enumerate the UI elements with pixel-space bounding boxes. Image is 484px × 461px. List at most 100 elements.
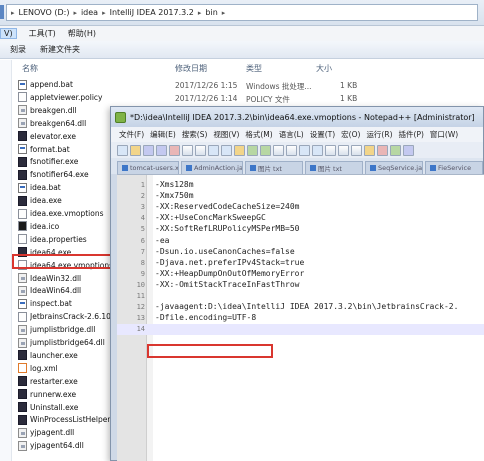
- code-line[interactable]: 6 -ea: [117, 236, 484, 247]
- exe-file-icon: [18, 131, 27, 142]
- breadcrumb-bin[interactable]: bin: [205, 8, 217, 17]
- file-name: JetbrainsCrack-2.6.10-re: [30, 312, 122, 322]
- notepadpp-titlebar[interactable]: *D:\idea\IntelliJ IDEA 2017.3.2\bin\idea…: [111, 107, 483, 127]
- back-arrow-icon[interactable]: [0, 5, 4, 19]
- code-text[interactable]: -javaagent:D:\idea\IntelliJ IDEA 2017.3.…: [155, 302, 458, 311]
- code-line[interactable]: 5 -XX:SoftRefLRUPolicyMSPerMB=50: [117, 224, 484, 235]
- menu-language[interactable]: 语言(L): [279, 129, 304, 140]
- file-row[interactable]: appletviewer.policy: [18, 91, 133, 104]
- code-text[interactable]: -XX:-OmitStackTraceInFastThrow: [155, 280, 300, 289]
- menu-search[interactable]: 搜索(S): [182, 129, 208, 140]
- menu-edit[interactable]: 编辑(E): [150, 129, 176, 140]
- close-all-icon[interactable]: [182, 144, 193, 156]
- file-name: log.xml: [30, 363, 58, 373]
- code-text[interactable]: -Djava.net.preferIPv4Stack=true: [155, 258, 304, 267]
- zoom-in-icon[interactable]: [299, 144, 310, 156]
- new-file-icon[interactable]: [117, 144, 128, 156]
- save-all-icon[interactable]: [156, 144, 167, 156]
- code-line[interactable]: 10 -XX:-OmitStackTraceInFastThrow: [117, 280, 484, 291]
- code-line[interactable]: 12 -javaagent:D:\idea\IntelliJ IDEA 2017.…: [117, 302, 484, 313]
- line-number: 11: [136, 292, 145, 300]
- breadcrumb-idea[interactable]: idea: [81, 8, 98, 17]
- breadcrumb[interactable]: ▸ LENOVO (D:) ▸ idea ▸ IntelliJ IDEA 201…: [6, 4, 478, 21]
- menu-settings[interactable]: 设置(T): [310, 129, 335, 140]
- burn-button[interactable]: 刻录: [10, 44, 26, 55]
- copy-icon[interactable]: [221, 144, 232, 156]
- close-file-icon[interactable]: [169, 144, 180, 156]
- redo-icon[interactable]: [260, 144, 271, 156]
- navigation-pane[interactable]: [0, 60, 12, 461]
- tab-fie-service[interactable]: FieService: [425, 161, 483, 174]
- code-line[interactable]: 9 -XX:+HeapDumpOnOutOfMemoryError: [117, 269, 484, 280]
- breadcrumb-intellij[interactable]: IntelliJ IDEA 2017.3.2: [110, 8, 194, 17]
- code-line[interactable]: 11: [117, 291, 484, 302]
- menu-plugins[interactable]: 插件(P): [399, 129, 424, 140]
- indent-guide-icon[interactable]: [364, 144, 375, 156]
- notepadpp-window[interactable]: *D:\idea\IntelliJ IDEA 2017.3.2\bin\idea…: [110, 106, 484, 461]
- code-text[interactable]: -Dfile.encoding=UTF-8: [155, 313, 256, 322]
- print-icon[interactable]: [195, 144, 206, 156]
- address-bar[interactable]: ▸ LENOVO (D:) ▸ idea ▸ IntelliJ IDEA 201…: [0, 0, 484, 26]
- code-line[interactable]: 2 -Xmx750m: [117, 191, 484, 202]
- menu-help[interactable]: 帮助(H): [68, 28, 96, 39]
- code-text[interactable]: -Dsun.io.useCanonCaches=false: [155, 247, 295, 256]
- code-line[interactable]: 1 -Xms128m: [117, 180, 484, 191]
- code-line[interactable]: 3 -XX:ReservedCodeCacheSize=240m: [117, 202, 484, 213]
- zoom-out-icon[interactable]: [312, 144, 323, 156]
- column-size[interactable]: 大小: [316, 63, 332, 74]
- save-macro-icon[interactable]: [403, 144, 414, 156]
- tab-txt-1[interactable]: 图片 txt: [244, 161, 303, 174]
- menu-format[interactable]: 格式(M): [245, 129, 272, 140]
- code-line[interactable]: 7 -Dsun.io.useCanonCaches=false: [117, 247, 484, 258]
- menu-view[interactable]: 视图(V): [213, 129, 239, 140]
- code-editor[interactable]: 1 -Xms128m 2 -Xmx750m 3 -XX:ReservedCodeCache…: [117, 174, 484, 461]
- menu-file[interactable]: 文件(F): [119, 129, 144, 140]
- file-name: Uninstall.exe: [30, 402, 79, 412]
- replace-icon[interactable]: [286, 144, 297, 156]
- code-text[interactable]: -XX:ReservedCodeCacheSize=240m: [155, 202, 300, 211]
- code-line[interactable]: 14: [117, 324, 484, 336]
- open-file-icon[interactable]: [130, 144, 141, 156]
- find-icon[interactable]: [273, 144, 284, 156]
- new-folder-button[interactable]: 新建文件夹: [40, 44, 80, 55]
- cut-icon[interactable]: [208, 144, 219, 156]
- column-modified[interactable]: 修改日期: [175, 63, 207, 74]
- code-text[interactable]: -ea: [155, 236, 169, 245]
- chevron-right-icon: ▸: [221, 8, 226, 17]
- word-wrap-icon[interactable]: [338, 144, 349, 156]
- code-text[interactable]: -XX:SoftRefLRUPolicyMSPerMB=50: [155, 224, 300, 233]
- code-line[interactable]: 13 -Dfile.encoding=UTF-8: [117, 313, 484, 324]
- tab-txt-2[interactable]: 图片 txt: [304, 161, 363, 174]
- undo-icon[interactable]: [247, 144, 258, 156]
- menu-window[interactable]: 窗口(W): [430, 129, 458, 140]
- code-line[interactable]: 8 -Djava.net.preferIPv4Stack=true: [117, 258, 484, 269]
- play-macro-icon[interactable]: [390, 144, 401, 156]
- line-number: 7: [140, 247, 145, 256]
- doc-file-icon: [18, 234, 27, 245]
- menu-tools[interactable]: 工具(T): [29, 28, 56, 39]
- column-type[interactable]: 类型: [246, 63, 262, 74]
- tab-label: tomcat-users.xml: [130, 164, 179, 172]
- menu-run[interactable]: 运行(R): [366, 129, 392, 140]
- tab-admin-action[interactable]: AdminAction.java: [181, 161, 243, 174]
- column-name[interactable]: 名称: [22, 63, 38, 74]
- line-number: 3: [140, 203, 145, 212]
- breadcrumb-drive[interactable]: LENOVO (D:): [19, 8, 70, 17]
- show-all-chars-icon[interactable]: [351, 144, 362, 156]
- code-text[interactable]: -Xms128m: [155, 180, 194, 189]
- menu-macro[interactable]: 宏(O): [341, 129, 360, 140]
- dll-file-icon: [18, 118, 27, 129]
- code-line[interactable]: 4 -XX:+UseConcMarkSweepGC: [117, 213, 484, 224]
- file-name: inspect.bat: [30, 299, 72, 309]
- save-icon[interactable]: [143, 144, 154, 156]
- code-text[interactable]: -XX:+UseConcMarkSweepGC: [155, 213, 266, 222]
- file-row[interactable]: append.bat: [18, 78, 133, 91]
- paste-icon[interactable]: [234, 144, 245, 156]
- record-macro-icon[interactable]: [377, 144, 388, 156]
- menu-view[interactable]: V): [0, 28, 17, 39]
- code-text[interactable]: -Xmx750m: [155, 191, 194, 200]
- code-text[interactable]: -XX:+HeapDumpOnOutOfMemoryError: [155, 269, 304, 278]
- tab-seq-service[interactable]: SeqService.java: [364, 161, 424, 174]
- sync-scroll-icon[interactable]: [325, 144, 336, 156]
- tab-tomcat-users[interactable]: tomcat-users.xml: [117, 161, 180, 174]
